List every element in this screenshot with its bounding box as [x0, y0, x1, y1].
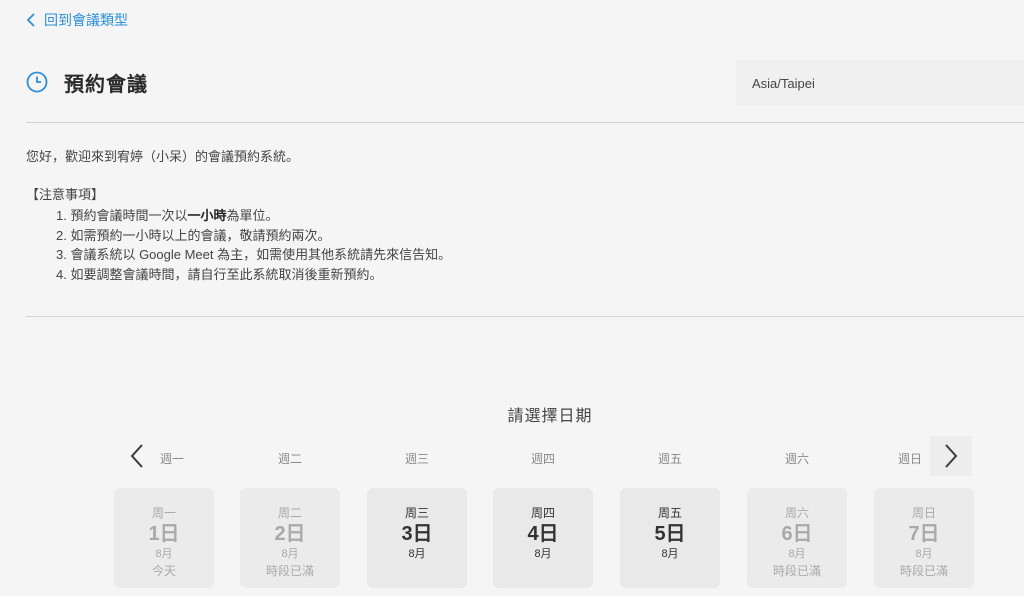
notice-item: 4. 如要調整會議時間，請自行至此系統取消後重新預約。: [56, 265, 451, 285]
date-card-weekday: 周日: [911, 506, 936, 520]
date-picker-title: 請選擇日期: [507, 408, 593, 425]
intro-text: 您好，歡迎來到宥婷（小呆）的會議預約系統。: [26, 149, 300, 164]
date-card-day: 5日: [654, 523, 686, 545]
date-card[interactable]: 周三 3日 8月: [367, 488, 467, 588]
date-card-day: 1日: [148, 523, 180, 545]
date-card: 周六 6日 8月時段已滿: [747, 488, 847, 588]
date-card-month: 8月: [534, 548, 552, 560]
notice-item-text: 4. 如要調整會議時間，請自行至此系統取消後重新預約。: [56, 266, 383, 282]
weekday-header: 週四: [530, 452, 555, 466]
notice-item: 2. 如需預約一小時以上的會議，敬請預約兩次。: [56, 226, 451, 246]
date-card-weekday: 周一: [151, 506, 176, 520]
date-card-weekday: 周三: [404, 506, 429, 520]
back-link[interactable]: 回到會議類型: [26, 10, 128, 30]
date-card: 周二 2日 8月時段已滿: [240, 488, 340, 588]
date-card-month: 8月: [788, 548, 806, 560]
weekday-header: 週六: [784, 452, 809, 466]
notice-item-emphasis: 一小時: [187, 208, 227, 223]
date-card-status: 今天: [151, 564, 176, 578]
page-title: 預約會議: [64, 73, 148, 96]
date-card-month: 8月: [408, 548, 426, 560]
notice-list: 1. 預約會議時間一次以一小時為單位。 2. 如需預約一小時以上的會議，敬請預約兩…: [56, 206, 451, 284]
date-card: 周一 1日 8月今天: [114, 488, 214, 588]
date-card[interactable]: 周四 4日 8月: [493, 488, 593, 588]
date-card-weekday: 周六: [784, 506, 809, 520]
date-card-month: 8月: [915, 548, 933, 560]
clock-icon: [26, 71, 48, 93]
date-card-weekday: 周四: [530, 506, 555, 520]
notice-item: 3. 會議系統以 Google Meet 為主，如需使用其他系統請先來信告知。: [56, 245, 451, 265]
weekday-header: 週五: [657, 452, 682, 466]
date-card-status: 時段已滿: [899, 564, 948, 578]
timezone-selector[interactable]: Asia/Taipei: [736, 60, 1024, 106]
notice-item-text: 為單位。: [226, 208, 279, 223]
date-card-day: 4日: [527, 523, 559, 545]
notice-item: 1. 預約會議時間一次以一小時為單位。: [56, 206, 451, 226]
notice-title: 【注意事項】: [26, 187, 105, 202]
chevron-left-icon: [26, 13, 35, 27]
date-card-day: 6日: [781, 523, 813, 545]
date-card: 周日 7日 8月時段已滿: [874, 488, 974, 588]
weekday-header: 週二: [277, 452, 302, 466]
notice-item-text: 2. 如需預約一小時以上的會議，敬請預約兩次。: [56, 227, 331, 243]
date-card-day: 7日: [908, 523, 940, 545]
divider: [26, 122, 1024, 123]
notice-item-text: 1. 預約會議時間一次以: [56, 208, 188, 223]
date-card-month: 8月: [281, 548, 299, 560]
date-card-month: 8月: [155, 548, 173, 560]
date-card-day: 2日: [274, 523, 306, 545]
date-card-month: 8月: [661, 548, 679, 560]
date-card-weekday: 周二: [277, 506, 302, 520]
weekday-header: 週三: [404, 452, 429, 466]
date-card-status: 時段已滿: [265, 564, 314, 578]
weekday-header: 週一: [159, 452, 184, 466]
weekday-header: 週日: [897, 452, 922, 466]
timezone-value: Asia/Taipei: [752, 75, 815, 91]
divider: [26, 316, 1024, 317]
date-card-status: 時段已滿: [772, 564, 821, 578]
notice-item-text: 3. 會議系統以 Google Meet 為主，如需使用其他系統請先來信告知。: [56, 247, 452, 262]
date-card-weekday: 周五: [657, 506, 682, 520]
date-card-day: 3日: [401, 523, 433, 545]
date-card[interactable]: 周五 5日 8月: [620, 488, 720, 588]
back-link-label: 回到會議類型: [44, 12, 128, 28]
